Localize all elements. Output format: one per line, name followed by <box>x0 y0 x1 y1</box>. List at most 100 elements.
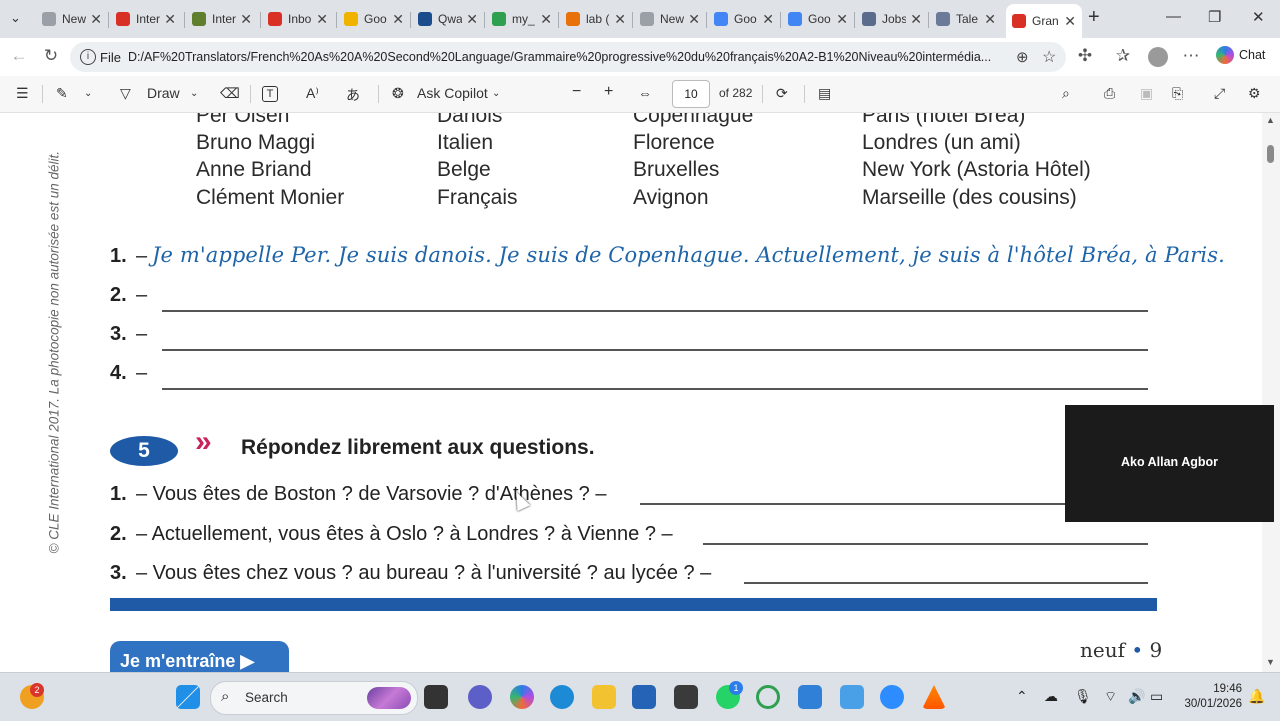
fit-width-icon[interactable]: ⇔ <box>638 85 652 101</box>
browser-tab[interactable]: Gran ✕ <box>1006 4 1082 38</box>
translate-icon[interactable]: あ <box>346 85 360 105</box>
more-menu-icon[interactable]: ⋯ <box>1180 46 1202 66</box>
tab-close-icon[interactable]: ✕ <box>316 11 328 28</box>
teams-icon[interactable] <box>468 685 492 709</box>
highlight-dropdown-icon[interactable]: ⌄ <box>84 88 92 99</box>
back-arrow-icon[interactable]: ← <box>8 46 30 66</box>
reload-icon[interactable]: ↻ <box>40 46 62 66</box>
draw-dropdown-icon[interactable]: ⌄ <box>190 88 198 99</box>
chrome-alt-icon[interactable] <box>756 685 780 709</box>
copilot-taskbar-icon[interactable] <box>510 685 534 709</box>
draw-button[interactable]: Draw <box>147 85 180 101</box>
read-aloud-icon[interactable]: A⁾ <box>306 85 319 102</box>
microphone-icon[interactable]: 🎙 <box>1074 688 1092 705</box>
wifi-icon[interactable]: ⌔ <box>1104 688 1117 706</box>
search-icon[interactable]: ⌕ <box>1062 85 1070 102</box>
tab-list-chevron-icon[interactable]: ⌄ <box>10 10 21 26</box>
vertical-scrollbar[interactable]: ▲ ▼ <box>1262 113 1280 673</box>
save-as-icon[interactable]: ⎘ <box>1172 85 1183 102</box>
address-bar[interactable]: i File D:/AF%20Translators/French%20As%2… <box>70 42 1066 72</box>
print-icon[interactable]: ⎙ <box>1104 85 1115 102</box>
answer-line[interactable] <box>744 582 1148 584</box>
browser-tab[interactable]: Goo ✕ <box>338 4 410 34</box>
browser-tab[interactable]: New ✕ <box>634 4 706 34</box>
tab-close-icon[interactable]: ✕ <box>392 11 404 28</box>
save-icon[interactable]: ▣ <box>1140 85 1153 102</box>
browser-tab[interactable]: Jobs ✕ <box>856 4 928 34</box>
cloud-icon[interactable]: ☁ <box>1044 688 1058 705</box>
edge-icon[interactable] <box>550 685 574 709</box>
highlight-icon[interactable]: ✎ <box>56 85 68 102</box>
rotate-icon[interactable]: ⟳ <box>776 85 788 102</box>
tab-close-icon[interactable]: ✕ <box>762 11 774 28</box>
scroll-thumb[interactable] <box>1267 145 1274 163</box>
clock[interactable]: 19:46 30/01/2026 <box>1178 682 1242 712</box>
tab-close-icon[interactable]: ✕ <box>984 11 996 28</box>
tab-close-icon[interactable]: ✕ <box>836 11 848 28</box>
browser-tab[interactable]: New ✕ <box>36 4 108 34</box>
tab-close-icon[interactable]: ✕ <box>240 11 252 28</box>
copilot-chat-button[interactable]: Chat <box>1216 46 1265 64</box>
tab-close-icon[interactable]: ✕ <box>910 11 922 28</box>
volume-icon[interactable]: 🔊 <box>1128 688 1145 705</box>
browser-tab[interactable]: Qwa ✕ <box>412 4 484 34</box>
tab-close-icon[interactable]: ✕ <box>688 11 700 28</box>
page-number-input[interactable]: 10 <box>672 80 710 108</box>
favorites-icon[interactable]: ✰ <box>1112 46 1134 66</box>
vscode-icon[interactable] <box>798 685 822 709</box>
browser-tab[interactable]: Inbo ✕ <box>262 4 334 34</box>
answer-line[interactable] <box>162 388 1148 390</box>
notifications-bell-icon[interactable]: 🔔 <box>1248 688 1265 705</box>
scroll-down-icon[interactable]: ▼ <box>1266 657 1275 667</box>
tray-chevron-icon[interactable]: ⌃ <box>1016 688 1028 705</box>
tab-close-icon[interactable]: ✕ <box>90 11 102 28</box>
restore-icon[interactable]: ❐ <box>1208 8 1221 26</box>
browser-tab[interactable]: lab (✕ <box>560 4 632 34</box>
copilot-outline-icon[interactable]: ❂ <box>392 85 404 102</box>
text-box-icon[interactable]: T <box>262 86 278 102</box>
zoom-icon[interactable]: ⊕ <box>1016 48 1029 66</box>
taskbar-search-box[interactable]: ⌕ Search <box>210 681 418 715</box>
minimize-icon[interactable]: — <box>1166 8 1181 25</box>
zoom-app-icon[interactable] <box>880 685 904 709</box>
battery-icon[interactable]: ▭ <box>1150 688 1163 705</box>
contents-list-icon[interactable]: ☰ <box>16 85 29 102</box>
sticky-app-icon[interactable] <box>674 685 698 709</box>
tab-close-icon[interactable]: ✕ <box>1064 13 1076 30</box>
favorite-star-icon[interactable]: ☆ <box>1042 47 1056 67</box>
windows-start-icon[interactable] <box>176 685 200 709</box>
extensions-icon[interactable]: ✣ <box>1074 46 1096 66</box>
browser-tab[interactable]: Goo ✕ <box>782 4 854 34</box>
file-explorer-icon[interactable] <box>592 685 616 709</box>
vlc-icon[interactable] <box>922 685 946 709</box>
answer-line[interactable] <box>703 543 1148 545</box>
scroll-up-icon[interactable]: ▲ <box>1266 115 1275 125</box>
profile-avatar[interactable] <box>1148 47 1168 67</box>
browser-tab[interactable]: Inter ✕ <box>110 4 182 34</box>
ask-copilot-button[interactable]: Ask Copilot <box>417 85 488 101</box>
page-view-icon[interactable]: ▤ <box>818 85 831 102</box>
tab-close-icon[interactable]: ✕ <box>614 11 626 28</box>
browser-tab[interactable]: Inter ✕ <box>186 4 258 34</box>
video-call-tile[interactable]: Ako Allan Agbor <box>1065 405 1274 522</box>
tab-close-icon[interactable]: ✕ <box>164 11 176 28</box>
settings-gear-icon[interactable]: ⚙ <box>1248 85 1261 102</box>
copilot-dropdown-icon[interactable]: ⌄ <box>492 88 500 99</box>
answer-line[interactable] <box>162 349 1148 351</box>
task-view-icon[interactable] <box>424 685 448 709</box>
zoom-out-icon[interactable]: − <box>572 83 581 101</box>
tab-close-icon[interactable]: ✕ <box>466 11 478 28</box>
info-icon[interactable]: i <box>80 49 96 65</box>
browser-tab[interactable]: Tale ✕ <box>930 4 1002 34</box>
fullscreen-icon[interactable]: ⤢ <box>1214 85 1225 102</box>
browser-tab[interactable]: my_ ✕ <box>486 4 558 34</box>
snipping-tool-icon[interactable] <box>840 685 864 709</box>
browser-tab[interactable]: Goo ✕ <box>708 4 780 34</box>
answer-line[interactable] <box>162 310 1148 312</box>
tab-close-icon[interactable]: ✕ <box>540 11 552 28</box>
zoom-in-icon[interactable]: + <box>604 83 613 101</box>
new-tab-button[interactable]: + <box>1088 6 1100 29</box>
store-icon[interactable] <box>632 685 656 709</box>
close-window-icon[interactable]: ✕ <box>1252 8 1265 26</box>
eraser-icon[interactable]: ⌫ <box>220 85 240 102</box>
